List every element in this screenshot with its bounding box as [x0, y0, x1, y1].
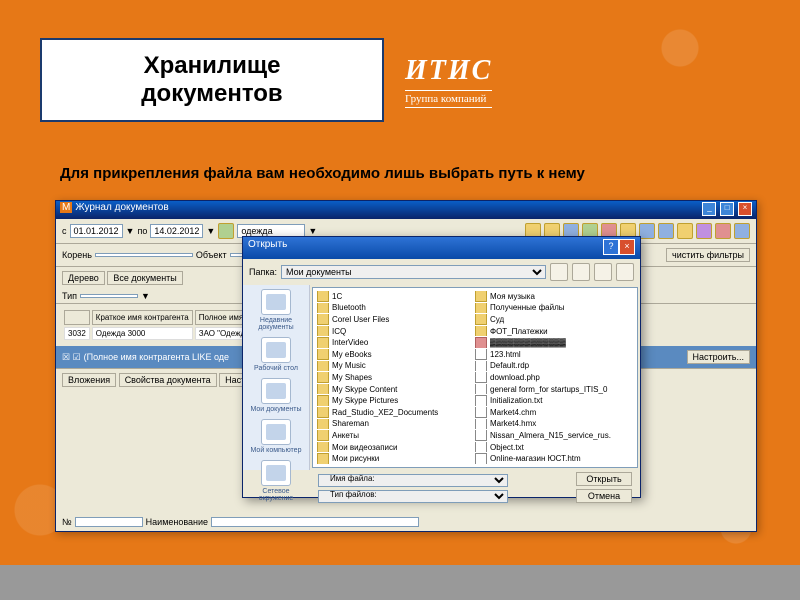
file-item[interactable]: 1C	[317, 291, 475, 302]
file-item[interactable]: Полученные файлы	[475, 303, 633, 314]
window-title: MЖурнал документов	[60, 202, 169, 218]
file-item[interactable]: Nissan_Almera_N15_service_rus.	[475, 430, 633, 441]
file-item[interactable]: download.php	[475, 372, 633, 383]
file-item[interactable]: Rad_Studio_XE2_Documents	[317, 407, 475, 418]
tool-icon[interactable]	[677, 223, 693, 239]
newfolder-icon[interactable]	[594, 263, 612, 281]
file-item[interactable]: My Shapes	[317, 372, 475, 383]
filename-label: Имя файла:	[330, 474, 375, 483]
column-header[interactable]	[64, 310, 90, 325]
close-button[interactable]: ×	[738, 202, 752, 216]
date-to-input[interactable]: 14.02.2012	[150, 224, 203, 238]
root-input[interactable]	[95, 253, 193, 257]
logo: ИТИС Группа компаний	[405, 55, 492, 108]
dialog-titlebar[interactable]: Открыть ?×	[243, 237, 640, 259]
type-label: Тип	[62, 291, 77, 301]
tab-all-docs[interactable]: Все документы	[107, 271, 182, 285]
back-icon[interactable]	[550, 263, 568, 281]
file-item[interactable]: Corel User Files	[317, 314, 475, 325]
file-item[interactable]: Initialization.txt	[475, 395, 633, 406]
place-item[interactable]: Рабочий стол	[254, 337, 298, 372]
date-from-label: с	[62, 226, 67, 236]
window-titlebar[interactable]: MЖурнал документов _ □ ×	[56, 201, 756, 219]
places-bar: Недавние документы Рабочий стол Мои докуме…	[243, 285, 310, 470]
setup-button[interactable]: Настроить...	[687, 350, 750, 364]
name-label: Наименование	[146, 517, 208, 527]
title-line-2: документов	[141, 80, 282, 108]
maximize-button[interactable]: □	[720, 202, 734, 216]
file-item[interactable]: ФОТ_Платежки	[475, 326, 633, 337]
filter-checkbox[interactable]: ☒ ☑	[62, 352, 81, 363]
place-item[interactable]: Мои документы	[250, 378, 301, 413]
num-label: №	[62, 517, 72, 527]
file-item[interactable]: ▓▓▓▓▓▓▓▓▓▓▓▓▓	[475, 337, 633, 348]
column-header[interactable]: Краткое имя контрагента	[92, 310, 193, 325]
file-item[interactable]: Моя музыка	[475, 291, 633, 302]
tool-icon[interactable]	[696, 223, 712, 239]
root-label: Корень	[62, 250, 92, 260]
place-item[interactable]: Мой компьютер	[251, 419, 302, 454]
file-item[interactable]: general form_for startups_ITIS_0	[475, 384, 633, 395]
file-item[interactable]: 123.html	[475, 349, 633, 360]
caption-text: Для прикрепления файла вам необходимо ли…	[60, 165, 760, 182]
file-item[interactable]: My Skype Pictures	[317, 395, 475, 406]
tool-icon[interactable]	[715, 223, 731, 239]
open-button[interactable]: Открыть	[576, 472, 632, 486]
tab-tree[interactable]: Дерево	[62, 271, 105, 285]
title-line-1: Хранилище	[144, 52, 281, 80]
file-item[interactable]: InterVideo	[317, 337, 475, 348]
minimize-button[interactable]: _	[702, 202, 716, 216]
tool-icon[interactable]	[734, 223, 750, 239]
filter-expression: (Полное имя контрагента LIKE оде	[84, 352, 229, 362]
file-item[interactable]: Shareman	[317, 419, 475, 430]
file-item[interactable]: Суд	[475, 314, 633, 325]
file-item[interactable]: Bluetooth	[317, 303, 475, 314]
file-item[interactable]: My eBooks	[317, 349, 475, 360]
dialog-close-button[interactable]: ×	[619, 239, 635, 255]
file-item[interactable]: Market4.hmx	[475, 419, 633, 430]
up-icon[interactable]	[572, 263, 590, 281]
tool-icon[interactable]	[639, 223, 655, 239]
help-button[interactable]: ?	[603, 239, 619, 255]
file-item[interactable]: Default.rdp	[475, 361, 633, 372]
window-controls: _ □ ×	[701, 202, 752, 218]
object-label: Объект	[196, 250, 227, 260]
file-item[interactable]: ICQ	[317, 326, 475, 337]
file-item[interactable]: Мои видеозаписи	[317, 442, 475, 453]
file-item[interactable]: My Music	[317, 361, 475, 372]
file-item[interactable]: Анкеты	[317, 430, 475, 441]
logo-main: ИТИС	[405, 55, 492, 87]
date-from-input[interactable]: 01.01.2012	[70, 224, 123, 238]
views-icon[interactable]	[616, 263, 634, 281]
file-item[interactable]: Market4.chm	[475, 407, 633, 418]
file-item[interactable]: My Skype Content	[317, 384, 475, 395]
logo-subtitle: Группа компаний	[405, 90, 492, 108]
open-dialog: Открыть ?× Папка: Мои документы Недавние…	[242, 236, 641, 498]
file-item[interactable]: Online-магазин ЮСТ.htm	[475, 453, 633, 464]
filetype-label: Тип файлов:	[330, 490, 377, 499]
tab-doc-props[interactable]: Свойства документа	[119, 373, 217, 387]
place-item[interactable]: Недавние документы	[245, 289, 307, 331]
type-input[interactable]	[80, 294, 138, 298]
folder-select[interactable]: Мои документы	[281, 265, 546, 279]
date-to-label: по	[137, 226, 147, 236]
tool-icon[interactable]	[658, 223, 674, 239]
file-item[interactable]: Мои рисунки	[317, 453, 475, 464]
cancel-button[interactable]: Отмена	[576, 489, 632, 503]
dialog-title: Открыть	[248, 239, 287, 257]
slide-title: Хранилище документов	[40, 38, 384, 122]
refresh-icon[interactable]	[218, 223, 234, 239]
folder-label: Папка:	[249, 267, 277, 277]
tab-attachments[interactable]: Вложения	[62, 373, 116, 387]
clear-filters-button[interactable]: чистить фильтры	[666, 248, 750, 262]
file-list[interactable]: 1CBluetoothCorel User FilesICQInterVideo…	[312, 287, 638, 468]
file-item[interactable]: Object.txt	[475, 442, 633, 453]
